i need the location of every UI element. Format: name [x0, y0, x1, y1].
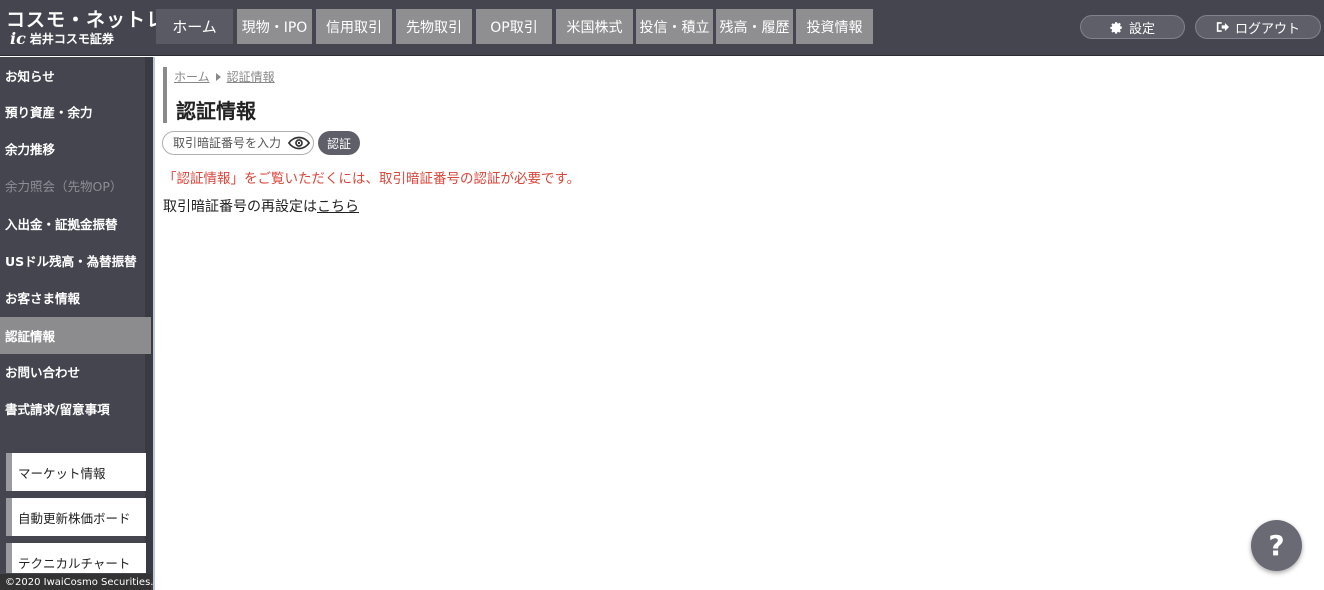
tab-options[interactable]: OP取引 [476, 9, 552, 44]
breadcrumb-home-link[interactable]: ホーム [174, 68, 210, 85]
sidebar-item-documents[interactable]: 書式請求/留意事項 [0, 390, 145, 427]
authenticate-button[interactable]: 認証 [318, 131, 360, 155]
sidebar-item-auth-info[interactable]: 認証情報 [0, 317, 151, 354]
sidebar-link-market-info[interactable]: マーケット情報 [6, 453, 146, 491]
tab-investment-info[interactable]: 投資情報 [796, 9, 873, 44]
sidebar: お知らせ 預り資産・余力 余力推移 余力照会（先物OP） 入出金・証拠金振替 U… [0, 57, 153, 590]
sidebar-item-assets[interactable]: 預り資産・余力 [0, 93, 145, 130]
logout-label: ログアウト [1234, 21, 1300, 37]
sidebar-item-usd-balance[interactable]: USドル残高・為替振替 [0, 242, 145, 279]
gear-icon [1110, 21, 1122, 34]
tab-balance-history[interactable]: 残高・履歴 [716, 9, 793, 44]
main-content: ホーム 認証情報 認証情報 認証 「認証情報」をご覧いただくには、取引暗証番号の… [153, 57, 1324, 590]
settings-label: 設定 [1128, 21, 1155, 37]
sidebar-item-customer-info[interactable]: お客さま情報 [0, 279, 145, 316]
breadcrumb-current-link[interactable]: 認証情報 [227, 68, 275, 85]
tab-futures[interactable]: 先物取引 [396, 9, 472, 44]
copyright-text: ©2020 IwaiCosmo Securities. [0, 574, 153, 590]
eye-icon[interactable] [288, 135, 310, 151]
app-root: コスモ・ネットレ ic 岩井コスモ証券 ホーム 現物・IPO 信用取引 先物取引… [0, 0, 1324, 590]
sidebar-item-contact[interactable]: お問い合わせ [0, 353, 145, 390]
pin-field-wrapper [162, 131, 314, 155]
sidebar-item-notices[interactable]: お知らせ [0, 57, 145, 94]
logout-button[interactable]: ログアウト [1195, 15, 1321, 39]
pin-reset-line: 取引暗証番号の再設定はこちら [163, 196, 359, 216]
tab-genbutsu-ipo[interactable]: 現物・IPO [237, 9, 312, 44]
tab-funds[interactable]: 投信・積立 [636, 9, 713, 44]
logo-subtitle: ic 岩井コスモ証券 [10, 30, 114, 47]
pin-reset-link[interactable]: こちら [317, 199, 359, 215]
top-header: コスモ・ネットレ ic 岩井コスモ証券 ホーム 現物・IPO 信用取引 先物取引… [0, 0, 1324, 56]
logo-title: コスモ・ネットレ [6, 9, 167, 31]
help-button[interactable]: ? [1251, 520, 1302, 571]
page-title: 認証情報 [176, 99, 256, 123]
pin-input[interactable] [173, 135, 285, 151]
tab-margin[interactable]: 信用取引 [316, 9, 392, 44]
sidebar-item-capacity-futures: 余力照会（先物OP） [5, 179, 123, 194]
title-accent-bar [163, 67, 167, 123]
logo-company: 岩井コスモ証券 [29, 32, 114, 46]
settings-button[interactable]: 設定 [1080, 15, 1185, 39]
sidebar-link-technical-chart[interactable]: テクニカルチャート [6, 543, 146, 573]
tab-home[interactable]: ホーム [156, 9, 233, 44]
breadcrumb: ホーム 認証情報 [174, 68, 275, 85]
sidebar-link-stock-board[interactable]: 自動更新株価ボード [6, 498, 146, 536]
sidebar-item-deposit-withdraw[interactable]: 入出金・証拠金振替 [0, 205, 145, 242]
tab-us-stocks[interactable]: 米国株式 [556, 9, 633, 44]
sidebar-item-capacity-trend[interactable]: 余力推移 [0, 130, 145, 167]
logout-icon [1216, 22, 1229, 32]
breadcrumb-arrow-icon [215, 72, 221, 81]
pin-reset-text: 取引暗証番号の再設定は [163, 199, 317, 215]
auth-warning-message: 「認証情報」をご覧いただくには、取引暗証番号の認証が必要です。 [163, 171, 581, 187]
logo-mark: ic [10, 28, 26, 48]
brand-logo[interactable]: コスモ・ネットレ ic 岩井コスモ証券 [0, 0, 165, 56]
